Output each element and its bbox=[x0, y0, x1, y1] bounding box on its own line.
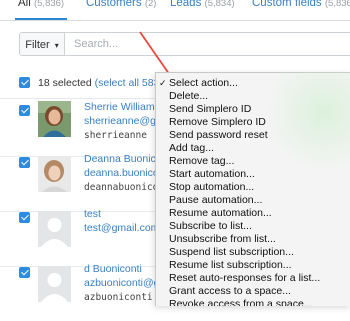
filter-bar: Filter ▾ bbox=[19, 32, 350, 58]
selection-summary: 18 selected (select all 5836 bbox=[38, 77, 165, 89]
filter-button[interactable]: Filter ▾ bbox=[19, 32, 65, 56]
tab-leads[interactable]: Leads (5,834) bbox=[170, 0, 235, 19]
tab-count: (5,836) bbox=[33, 0, 65, 9]
row-checkbox[interactable] bbox=[19, 105, 30, 116]
tab-count: (2) bbox=[144, 0, 157, 9]
menu-item-delete[interactable]: Delete... bbox=[156, 90, 350, 103]
menu-item-grant-access-space[interactable]: Grant access to a space... bbox=[156, 285, 350, 298]
avatar bbox=[38, 156, 71, 192]
menu-item-remove-simplero-id[interactable]: Remove Simplero ID bbox=[156, 116, 350, 129]
selected-count: 18 selected bbox=[38, 77, 92, 89]
caret-down-icon: ▾ bbox=[54, 41, 59, 50]
contact-handle: deannabuonicon bbox=[84, 182, 165, 193]
menu-item-pause-automation[interactable]: Pause automation... bbox=[156, 194, 350, 207]
menu-item-reset-auto-responses[interactable]: Reset auto-responses for a list... bbox=[156, 272, 350, 285]
contact-name[interactable]: Sherrie Williams bbox=[84, 101, 160, 113]
select-all-checkbox[interactable] bbox=[19, 77, 30, 88]
menu-item-start-automation[interactable]: Start automation... bbox=[156, 168, 350, 181]
menu-item-send-password-reset[interactable]: Send password reset bbox=[156, 129, 350, 142]
avatar bbox=[38, 101, 71, 137]
menu-item-send-simplero-id[interactable]: Send Simplero ID bbox=[156, 103, 350, 116]
contact-email[interactable]: deanna.buonico bbox=[84, 167, 159, 179]
row-checkbox[interactable] bbox=[19, 157, 30, 168]
tab-count: (5,836) bbox=[324, 0, 350, 9]
contact-email[interactable]: azbuoniconti@g bbox=[84, 277, 159, 289]
contact-name[interactable]: test bbox=[84, 208, 101, 220]
menu-item-stop-automation[interactable]: Stop automation... bbox=[156, 181, 350, 194]
contact-name[interactable]: d Buoniconti bbox=[84, 263, 142, 275]
contact-handle: sherrieanne bbox=[84, 130, 147, 141]
checkmark-icon: ✓ bbox=[159, 78, 167, 88]
contact-email[interactable]: test@gmail.com bbox=[84, 222, 159, 234]
tab-label: Leads bbox=[170, 0, 202, 9]
row-checkbox[interactable] bbox=[19, 212, 30, 223]
bulk-action-dropdown[interactable]: ✓ Select action... Delete... Send Simple… bbox=[155, 72, 350, 306]
menu-item-resume-automation[interactable]: Resume automation... bbox=[156, 207, 350, 220]
avatar bbox=[38, 211, 71, 247]
tab-label: Customers bbox=[86, 0, 142, 9]
tab-label: All bbox=[18, 0, 31, 9]
contact-handle: azbuoniconti bbox=[84, 292, 153, 303]
tab-bar: All (5,836) Customers (2) Leads (5,834) … bbox=[0, 0, 350, 21]
search-input[interactable] bbox=[64, 32, 350, 56]
tab-label: Custom fields bbox=[252, 0, 322, 9]
tab-customers[interactable]: Customers (2) bbox=[86, 0, 156, 19]
menu-item-unsubscribe-from-list[interactable]: Unsubscribe from list... bbox=[156, 233, 350, 246]
menu-item-remove-tag[interactable]: Remove tag... bbox=[156, 155, 350, 168]
menu-item-select-action[interactable]: ✓ Select action... bbox=[156, 77, 350, 90]
menu-item-label: Select action... bbox=[169, 77, 238, 89]
filter-label: Filter bbox=[25, 39, 50, 51]
contact-name[interactable]: Deanna Buonico bbox=[84, 153, 162, 165]
contact-email[interactable]: sherrieanne@gm bbox=[84, 115, 165, 127]
menu-item-subscribe-to-list[interactable]: Subscribe to list... bbox=[156, 220, 350, 233]
menu-item-suspend-list-subscription[interactable]: Suspend list subscription... bbox=[156, 246, 350, 259]
tab-count: (5,834) bbox=[204, 0, 235, 9]
avatar bbox=[38, 266, 71, 302]
menu-item-revoke-access-space[interactable]: Revoke access from a space... bbox=[156, 298, 350, 306]
menu-item-resume-list-subscription[interactable]: Resume list subscription... bbox=[156, 259, 350, 272]
row-checkbox[interactable] bbox=[19, 267, 30, 278]
menu-item-add-tag[interactable]: Add tag... bbox=[156, 142, 350, 155]
tab-custom-fields[interactable]: Custom fields (5,836) bbox=[252, 0, 350, 19]
tab-all[interactable]: All (5,836) bbox=[14, 0, 68, 20]
